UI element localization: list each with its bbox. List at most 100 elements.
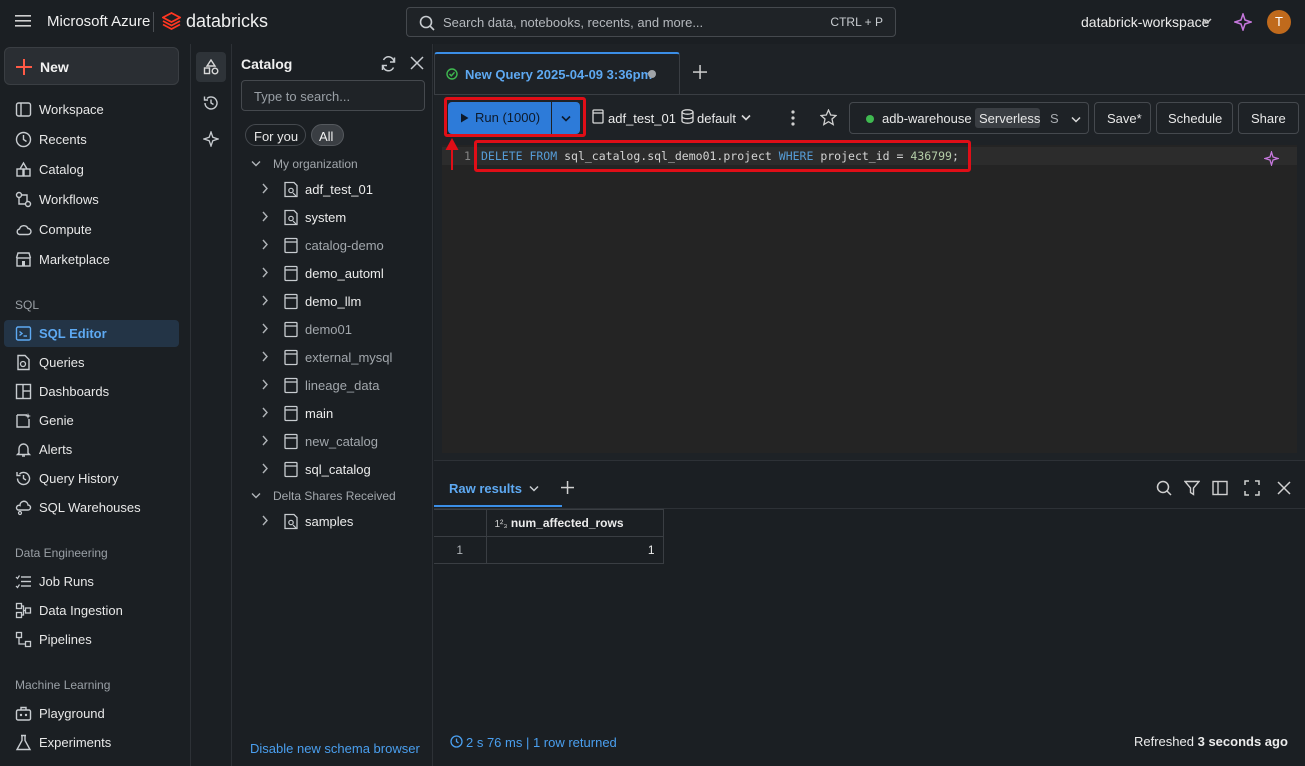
workspace-switcher[interactable]: databrick-workspace — [1081, 14, 1209, 30]
table-row: 1 1 — [434, 536, 664, 564]
schedule-button[interactable]: Schedule — [1156, 102, 1233, 134]
row-index-header — [434, 509, 487, 537]
playground-icon — [15, 705, 32, 722]
tree-group-my-organization[interactable]: My organization — [233, 152, 433, 176]
tree-item-catalog-demo[interactable]: catalog-demo — [233, 233, 433, 257]
assistant-sparkle-icon[interactable] — [1264, 151, 1279, 166]
filter-all-label: All — [319, 129, 334, 144]
ingestion-icon — [15, 602, 32, 619]
history-rail-button[interactable] — [196, 88, 226, 118]
sql-table-name: sql_catalog.sql_demo01.project — [564, 149, 772, 163]
catalog-item-icon — [283, 461, 299, 478]
column-header-num-affected-rows[interactable]: 1²₃ num_affected_rows — [485, 509, 664, 537]
expand-icon[interactable] — [1244, 480, 1260, 496]
sidebar-item-genie[interactable]: Genie — [4, 407, 179, 434]
side-panel-icon[interactable] — [1212, 480, 1228, 496]
sql-column-name: project_id — [820, 149, 890, 163]
sidebar-item-dashboards[interactable]: Dashboards — [4, 378, 179, 405]
close-icon[interactable] — [410, 56, 424, 70]
filter-for-you-pill[interactable]: For you — [245, 124, 306, 146]
hamburger-menu-icon[interactable] — [15, 14, 31, 28]
query-tab[interactable]: New Query 2025-04-09 3:36pm — [434, 52, 680, 94]
history-icon — [15, 470, 32, 487]
run-button[interactable]: Run (1000) — [448, 102, 551, 134]
sidebar-item-playground[interactable]: Playground — [4, 700, 179, 727]
sidebar-item-catalog[interactable]: Catalog — [4, 156, 179, 183]
filter-icon[interactable] — [1184, 480, 1200, 496]
chevron-down-icon[interactable] — [741, 114, 751, 122]
red-arrow-up-icon — [444, 137, 460, 171]
tree-item-demo-llm[interactable]: demo_llm — [233, 289, 433, 313]
sidebar-item-query-history[interactable]: Query History — [4, 465, 179, 492]
tree-item-samples[interactable]: samples — [233, 509, 433, 533]
tree-item-sql-catalog[interactable]: sql_catalog — [233, 457, 433, 481]
add-tab-plus-icon[interactable] — [693, 65, 707, 79]
sidebar-item-sql-warehouses[interactable]: SQL Warehouses — [4, 494, 179, 521]
sql-code-editor[interactable]: 1 DELETE FROM sql_catalog.sql_demo01.pro… — [442, 145, 1297, 453]
tree-item-new-catalog[interactable]: new_catalog — [233, 429, 433, 453]
chevron-down-icon[interactable] — [529, 485, 539, 493]
search-icon[interactable] — [1156, 480, 1172, 496]
sidebar-item-queries[interactable]: Queries — [4, 349, 179, 376]
catalog-item-icon — [283, 349, 299, 366]
warehouse-size: S — [1050, 111, 1059, 126]
filter-all-pill[interactable]: All — [311, 124, 344, 146]
sidebar-item-experiments[interactable]: Experiments — [4, 729, 179, 756]
tree-item-demo-automl[interactable]: demo_automl — [233, 261, 433, 285]
sidebar-item-alerts[interactable]: Alerts — [4, 436, 179, 463]
machine-learning-section-header: Machine Learning — [15, 678, 111, 692]
status-dot-icon — [866, 115, 874, 123]
sidebar-item-job-runs[interactable]: Job Runs — [4, 568, 179, 595]
tree-item-system[interactable]: system — [233, 205, 433, 229]
sql-terminator: ; — [951, 149, 959, 163]
tree-item-demo01[interactable]: demo01 — [233, 317, 433, 341]
user-avatar[interactable]: T — [1267, 10, 1291, 34]
raw-results-tab[interactable]: Raw results — [449, 481, 522, 496]
search-shortcut: CTRL + P — [830, 15, 883, 29]
execution-timing[interactable]: 2 s 76 ms | 1 row returned — [466, 735, 617, 750]
sidebar-item-pipelines[interactable]: Pipelines — [4, 626, 179, 653]
sidebar-item-marketplace[interactable]: Marketplace — [4, 246, 179, 273]
run-options-dropdown[interactable] — [552, 102, 580, 134]
star-icon[interactable] — [820, 109, 837, 126]
refresh-icon[interactable] — [380, 55, 397, 72]
warehouse-selector[interactable]: adb-warehouse Serverless S — [849, 102, 1089, 134]
assistant-sparkle-icon[interactable] — [1234, 13, 1252, 31]
tree-item-label: external_mysql — [305, 350, 393, 365]
history-icon — [203, 95, 219, 111]
catalog-select[interactable]: adf_test_01 — [608, 111, 676, 126]
catalog-browser-rail-button[interactable] — [196, 52, 226, 82]
sidebar-item-data-ingestion[interactable]: Data Ingestion — [4, 597, 179, 624]
tree-item-external-mysql[interactable]: external_mysql — [233, 345, 433, 369]
global-search-input[interactable]: Search data, notebooks, recents, and mor… — [406, 7, 896, 37]
schema-select[interactable]: default — [697, 111, 736, 126]
close-icon[interactable] — [1277, 481, 1291, 495]
chevron-down-icon[interactable] — [1202, 17, 1212, 25]
tree-item-label: main — [305, 406, 334, 421]
sidebar-item-workflows[interactable]: Workflows — [4, 186, 179, 213]
tree-item-lineage-data[interactable]: lineage_data — [233, 373, 433, 397]
catalog-item-icon — [283, 433, 299, 450]
table-cell[interactable]: 1 — [485, 536, 664, 564]
tree-item-main[interactable]: main — [233, 401, 433, 425]
share-button[interactable]: Share — [1238, 102, 1299, 134]
sidebar-item-label: Data Ingestion — [39, 603, 123, 618]
sidebar-item-workspace[interactable]: Workspace — [4, 96, 179, 123]
assistant-rail-button[interactable] — [196, 124, 226, 154]
sidebar-item-compute[interactable]: Compute — [4, 216, 179, 243]
database-icon — [681, 109, 694, 124]
new-button[interactable]: New — [4, 47, 179, 85]
workflows-icon — [15, 191, 32, 208]
tree-item-adf-test-01[interactable]: adf_test_01 — [233, 177, 433, 201]
sidebar-item-recents[interactable]: Recents — [4, 126, 179, 153]
more-options-kebab-icon[interactable] — [791, 110, 795, 126]
add-visualization-plus-icon[interactable] — [561, 481, 574, 494]
catalog-search-input[interactable]: Type to search... — [241, 80, 425, 111]
tree-item-label: catalog-demo — [305, 238, 384, 253]
share-button-label: Share — [1251, 111, 1286, 126]
disable-schema-browser-link[interactable]: Disable new schema browser — [250, 741, 420, 756]
chevron-right-icon — [261, 211, 269, 222]
save-button[interactable]: Save* — [1094, 102, 1151, 134]
sidebar-item-sql-editor[interactable]: SQL Editor — [4, 320, 179, 347]
tree-group-delta-shares[interactable]: Delta Shares Received — [233, 484, 433, 508]
